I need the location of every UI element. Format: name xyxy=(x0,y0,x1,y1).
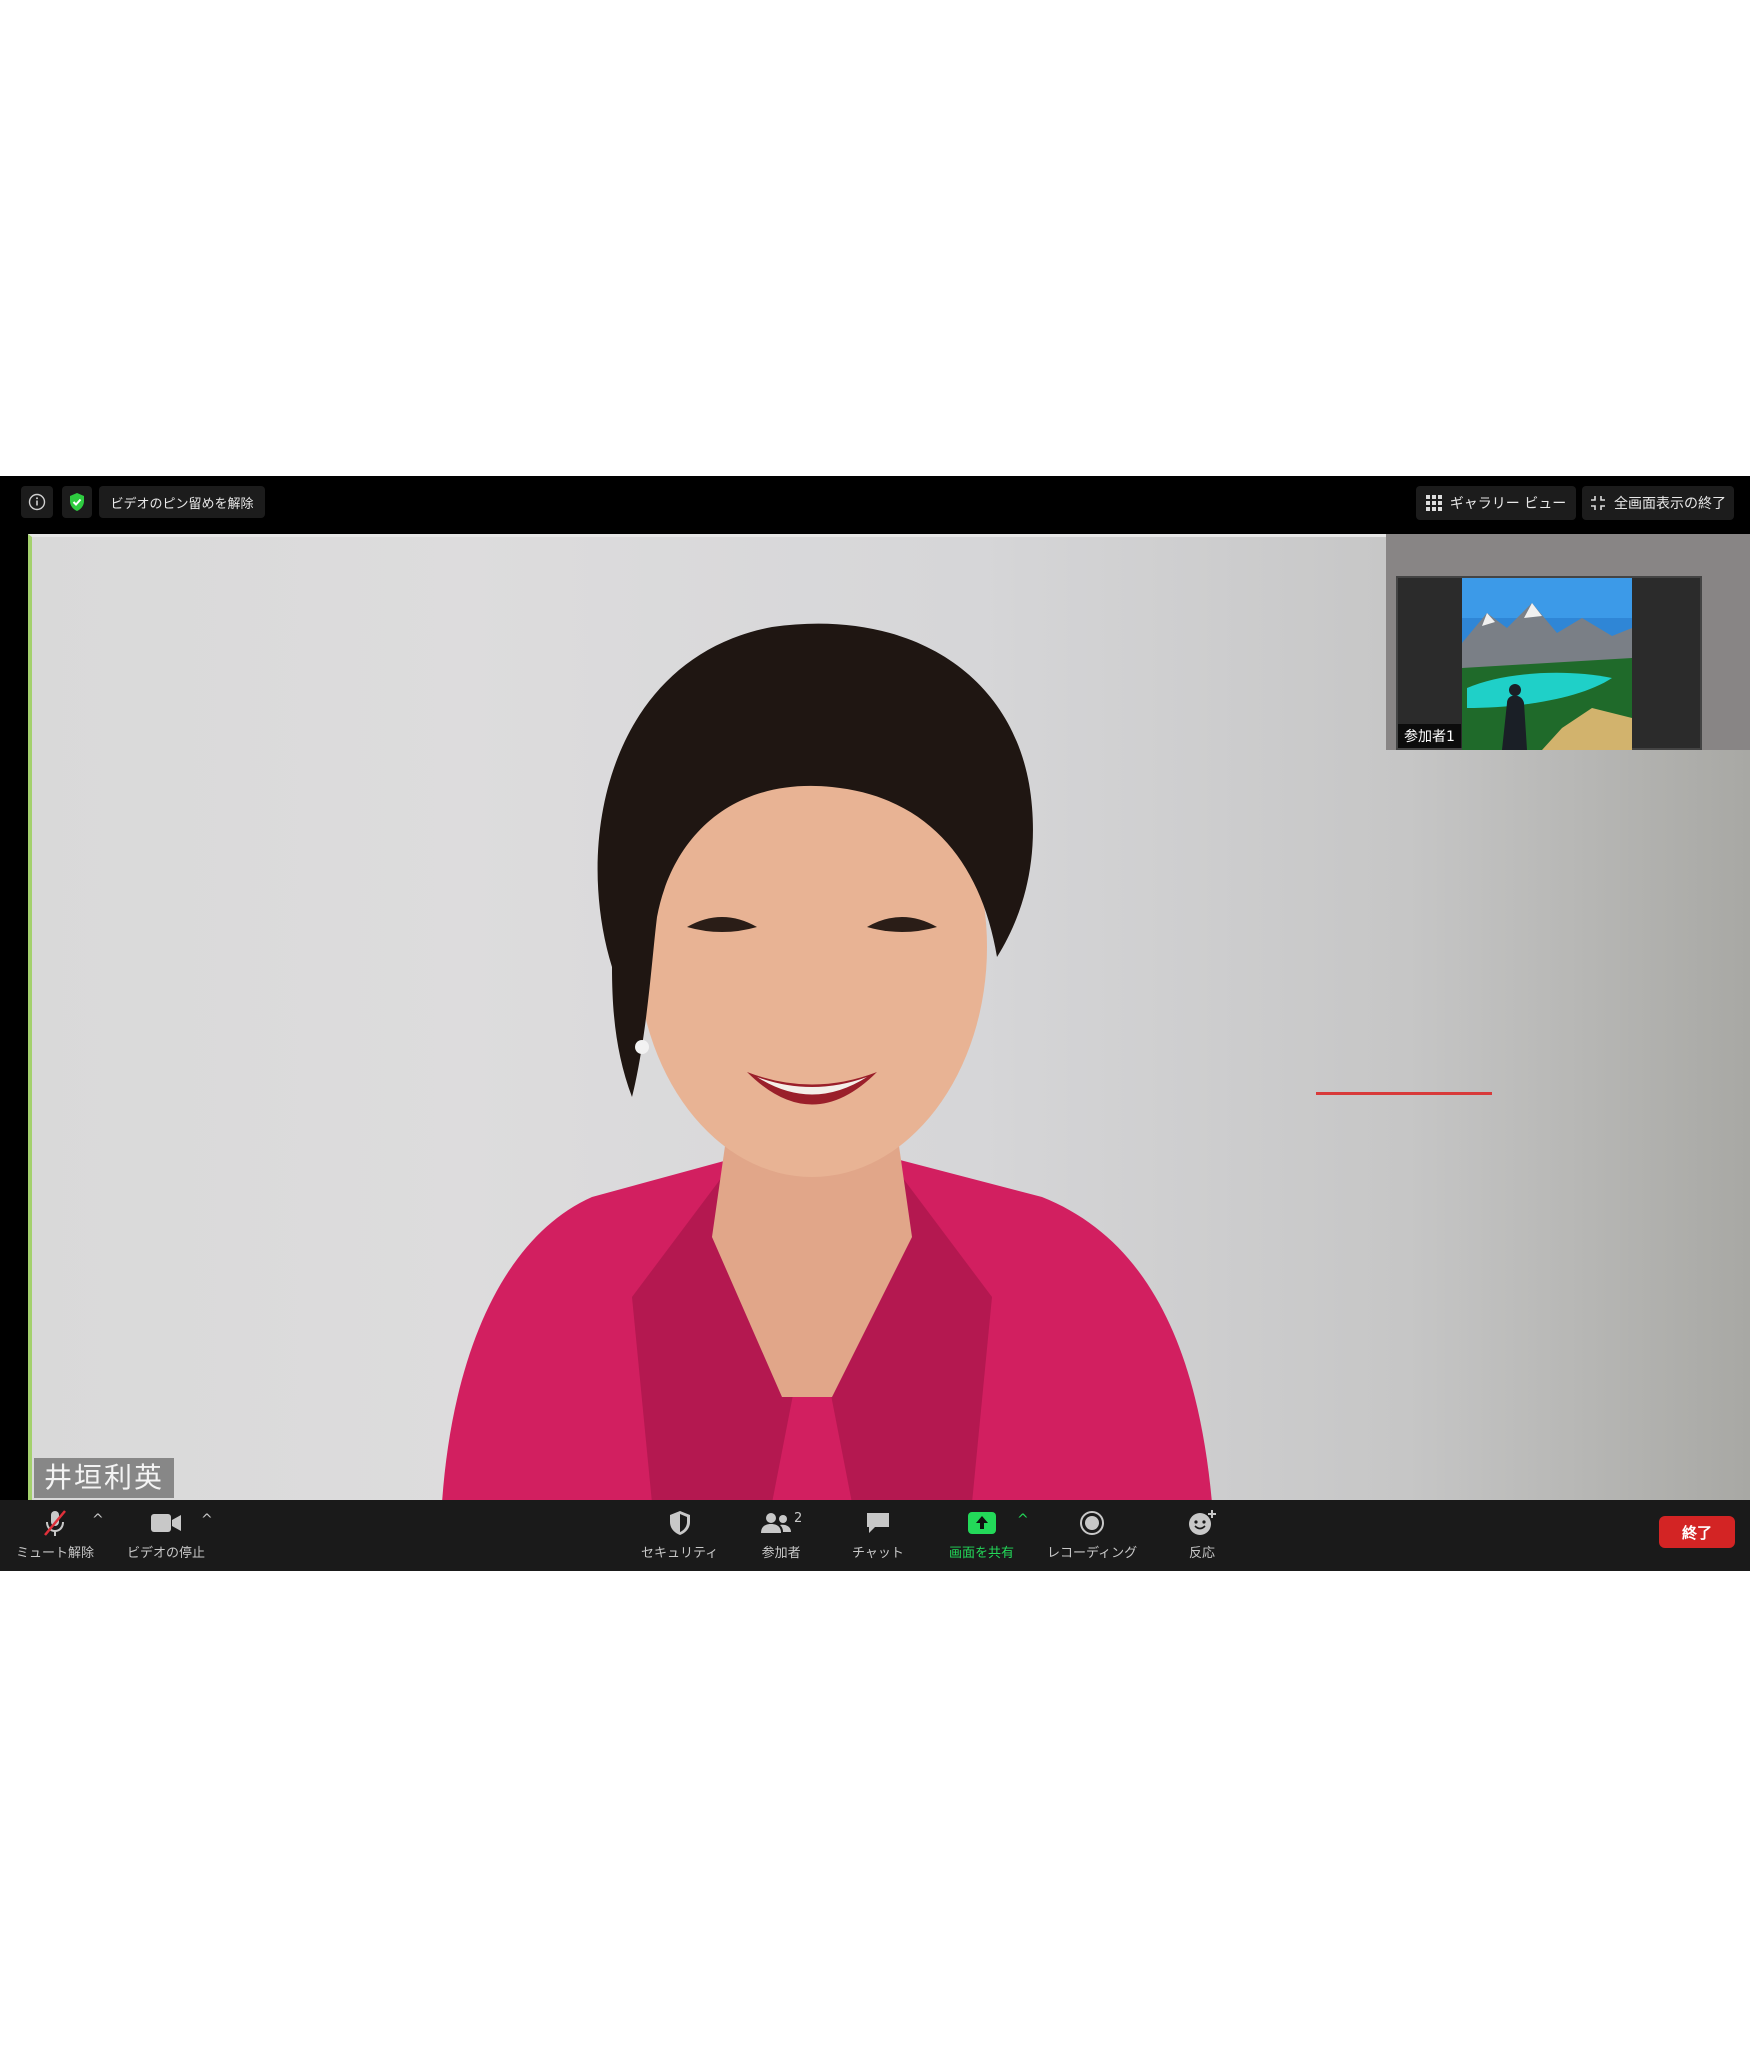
participants-button[interactable]: 2 参加者 xyxy=(760,1508,802,1561)
unpin-video-button[interactable]: ビデオのピン留めを解除 xyxy=(99,486,265,518)
unmute-button[interactable]: ミュート解除 xyxy=(16,1508,94,1561)
stop-video-button[interactable]: ビデオの停止 xyxy=(127,1508,205,1561)
video-options-caret-icon[interactable]: ^ xyxy=(201,1512,213,1528)
end-hint-strip xyxy=(1316,1092,1492,1095)
chat-button[interactable]: チャット xyxy=(852,1508,904,1561)
exit-fullscreen-button[interactable]: 全画面表示の終了 xyxy=(1582,486,1734,520)
security-button[interactable]: セキュリティ xyxy=(641,1508,718,1561)
participants-count: 2 xyxy=(794,1510,803,1526)
gallery-view-button[interactable]: ギャラリー ビュー xyxy=(1416,486,1576,520)
audio-options-caret-icon[interactable]: ^ xyxy=(92,1512,104,1528)
zoom-meeting-window: ビデオのピン留めを解除 ギャラリー ビュー 全画面表示の終了 井垣利英 参加者1… xyxy=(0,476,1750,1571)
participants-label: 参加者 xyxy=(761,1546,801,1561)
info-icon xyxy=(28,493,46,511)
unmute-label: ミュート解除 xyxy=(16,1546,95,1561)
meeting-toolbar: ミュート解除 ^ ビデオの停止 ^ セキュリティ 2 参加者 チャット 画面を共… xyxy=(0,1500,1750,1571)
video-camera-icon xyxy=(151,1514,181,1532)
info-button[interactable] xyxy=(21,486,53,518)
stop-video-label: ビデオの停止 xyxy=(127,1546,206,1561)
exit-fullscreen-icon xyxy=(1591,496,1605,510)
gallery-view-label: ギャラリー ビュー xyxy=(1449,496,1567,512)
mountain-lake-image xyxy=(1462,578,1632,750)
encryption-button[interactable] xyxy=(62,486,92,518)
emoji-plus-icon xyxy=(1189,1510,1216,1535)
share-options-caret-icon[interactable]: ^ xyxy=(1017,1512,1029,1528)
participant-virtual-background xyxy=(1462,578,1632,750)
chat-bubble-icon xyxy=(866,1513,889,1533)
share-screen-label: 画面を共有 xyxy=(949,1546,1015,1561)
share-screen-icon xyxy=(967,1512,996,1534)
top-bar: ビデオのピン留めを解除 ギャラリー ビュー 全画面表示の終了 xyxy=(0,476,1750,534)
microphone-muted-icon xyxy=(44,1510,66,1536)
participant-name-label: 参加者1 xyxy=(1398,724,1461,748)
chat-label: チャット xyxy=(852,1546,904,1561)
end-meeting-button[interactable]: 終了 xyxy=(1659,1516,1735,1548)
share-screen-button[interactable]: 画面を共有 xyxy=(949,1508,1014,1561)
security-label: セキュリティ xyxy=(641,1546,719,1561)
speaker-name-label: 井垣利英 xyxy=(34,1458,175,1498)
recording-button[interactable]: レコーディング xyxy=(1047,1508,1137,1561)
security-shield-icon xyxy=(669,1511,690,1535)
participants-icon xyxy=(761,1513,791,1533)
record-icon xyxy=(1080,1511,1105,1535)
thumbnail-panel: 参加者1 xyxy=(1386,534,1750,750)
reactions-button[interactable]: 反応 xyxy=(1187,1508,1217,1561)
reactions-label: 反応 xyxy=(1188,1546,1215,1561)
grid-icon xyxy=(1425,495,1442,511)
participant-video-tile[interactable]: 参加者1 xyxy=(1396,576,1702,750)
shield-check-icon xyxy=(70,493,84,511)
exit-fullscreen-label: 全画面表示の終了 xyxy=(1614,496,1726,512)
recording-label: レコーディング xyxy=(1047,1546,1138,1561)
